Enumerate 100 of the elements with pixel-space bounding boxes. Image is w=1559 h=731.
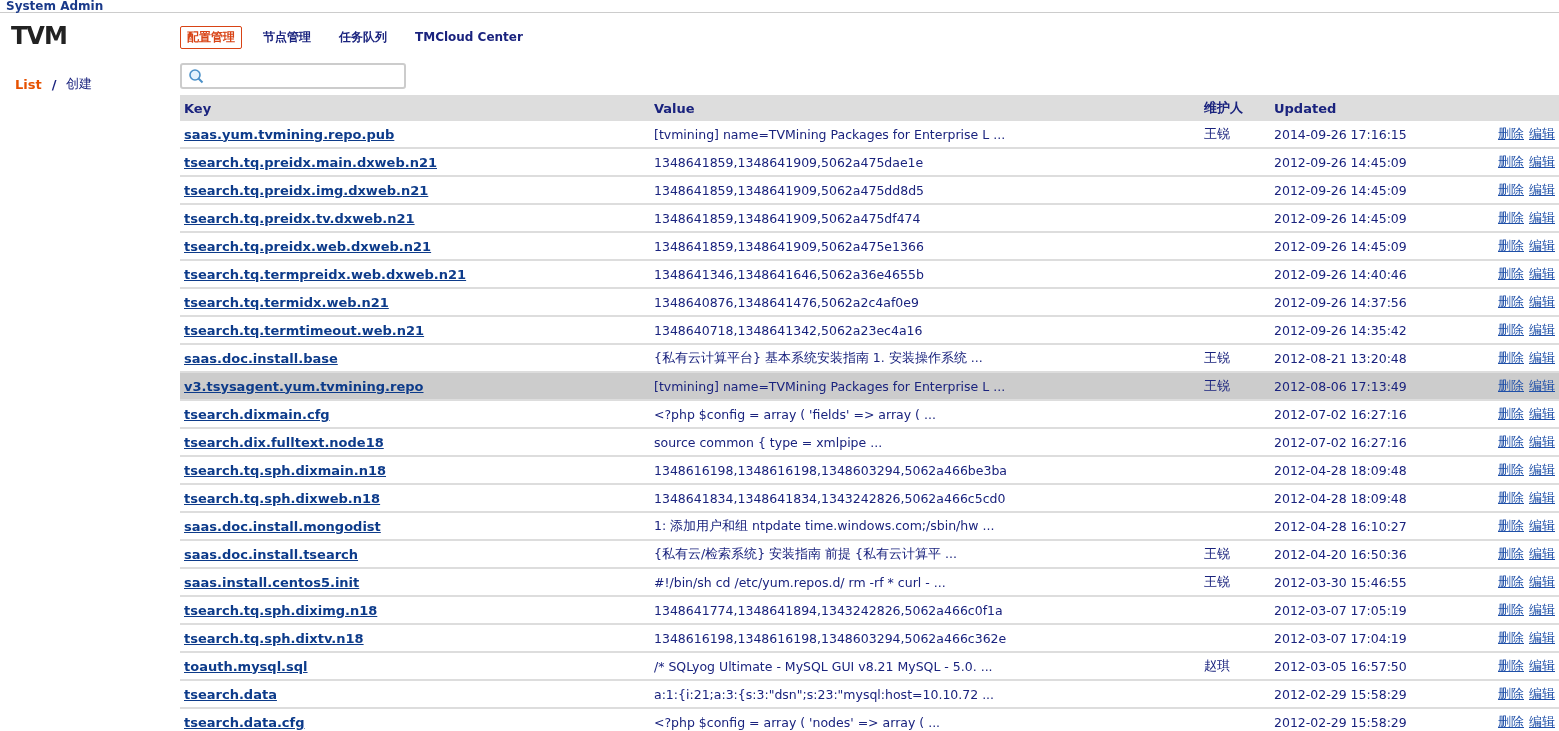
edit-link[interactable]: 编辑: [1529, 685, 1555, 703]
key-link[interactable]: tsearch.tq.preidx.tv.dxweb.n21: [184, 210, 415, 226]
delete-link[interactable]: 删除: [1498, 125, 1524, 143]
delete-link[interactable]: 删除: [1498, 377, 1524, 395]
key-link[interactable]: v3.tsysagent.yum.tvmining.repo: [184, 378, 424, 394]
table-row[interactable]: tsearch.dix.fulltext.node18 source common { type = xmlpipe ... 2012-07-02 16:27:16 删除 编辑: [180, 428, 1559, 456]
logo: TVM: [11, 23, 67, 49]
key-link[interactable]: saas.doc.install.tsearch: [184, 546, 359, 562]
delete-link[interactable]: 删除: [1498, 573, 1524, 591]
delete-link[interactable]: 删除: [1498, 517, 1524, 535]
table-row[interactable]: tsearch.data.cfg <?php $config = array ( 'nodes' => array ( ... 2012-02-29 15:58:29 删除 编辑: [180, 708, 1559, 731]
table-row[interactable]: tsearch.tq.termidx.web.n21 1348640876,1348641476,5062a2c4af0e9 2012-09-26 14:37:56 删除 编辑: [180, 288, 1559, 316]
table-row[interactable]: saas.doc.install.mongodist 1: 添加用户和组 ntpdate time.windows.com;/sbin/hw ... 2012-04-28 16:10:27 删除 编辑: [180, 512, 1559, 540]
delete-link[interactable]: 删除: [1498, 545, 1524, 563]
breadcrumb-link[interactable]: 创建: [66, 75, 93, 93]
value-cell: 1348641346,1348641646,5062a36e4655b: [654, 266, 924, 282]
key-link[interactable]: tsearch.data.cfg: [184, 714, 305, 730]
key-link[interactable]: tsearch.dix.fulltext.node18: [184, 434, 384, 450]
table-row[interactable]: tsearch.tq.sph.dixweb.n18 1348641834,1348641834,1343242826,5062a466c5cd0 2012-04-28 18:09:48 删除 编辑: [180, 484, 1559, 512]
edit-link[interactable]: 编辑: [1529, 125, 1555, 143]
nav-tab[interactable]: 配置管理: [180, 25, 242, 49]
key-link[interactable]: toauth.mysql.sql: [184, 658, 308, 674]
delete-link[interactable]: 删除: [1498, 321, 1524, 339]
table-row[interactable]: saas.yum.tvmining.repo.pub [tvmining] name=TVMining Packages for Enterprise L ... 王锐 2014-09-26 17:16:15 删除 编辑: [180, 121, 1559, 148]
key-link[interactable]: saas.install.centos5.init: [184, 574, 360, 590]
table-row[interactable]: tsearch.tq.preidx.main.dxweb.n21 1348641859,1348641909,5062a475dae1e 2012-09-26 14:45:09 删除 编辑: [180, 148, 1559, 176]
nav-tab[interactable]: TMCloud Center: [408, 27, 530, 47]
edit-link[interactable]: 编辑: [1529, 405, 1555, 423]
table-row[interactable]: tsearch.tq.preidx.tv.dxweb.n21 1348641859,1348641909,5062a475df474 2012-09-26 14:45:09 删除 编辑: [180, 204, 1559, 232]
delete-link[interactable]: 删除: [1498, 265, 1524, 283]
edit-link[interactable]: 编辑: [1529, 293, 1555, 311]
delete-link[interactable]: 删除: [1498, 713, 1524, 731]
delete-link[interactable]: 删除: [1498, 657, 1524, 675]
delete-link[interactable]: 删除: [1498, 461, 1524, 479]
delete-link[interactable]: 删除: [1498, 209, 1524, 227]
value-cell: {私有云/检索系统} 安装指南 前提 {私有云计算平 ...: [654, 545, 957, 561]
nav-tab[interactable]: 任务队列: [332, 25, 394, 49]
breadcrumb-link[interactable]: List: [15, 76, 42, 92]
edit-link[interactable]: 编辑: [1529, 377, 1555, 395]
delete-link[interactable]: 删除: [1498, 153, 1524, 171]
delete-link[interactable]: 删除: [1498, 629, 1524, 647]
delete-link[interactable]: 删除: [1498, 405, 1524, 423]
table-row[interactable]: tsearch.tq.sph.dixtv.n18 1348616198,1348616198,1348603294,5062a466c362e 2012-03-07 17:04:19 删除 编辑: [180, 624, 1559, 652]
key-link[interactable]: saas.yum.tvmining.repo.pub: [184, 126, 395, 142]
table-row[interactable]: tsearch.dixmain.cfg <?php $config = array ( 'fields' => array ( ... 2012-07-02 16:27:16 删除 编辑: [180, 400, 1559, 428]
table-row[interactable]: saas.install.centos5.init #!/bin/sh cd /etc/yum.repos.d/ rm -rf * curl - ... 王锐 2012-03-30 15:46:55 删除 编辑: [180, 568, 1559, 596]
edit-link[interactable]: 编辑: [1529, 713, 1555, 731]
table-row[interactable]: tsearch.tq.sph.diximg.n18 1348641774,1348641894,1343242826,5062a466c0f1a 2012-03-07 17:05:19 删除 编辑: [180, 596, 1559, 624]
edit-link[interactable]: 编辑: [1529, 265, 1555, 283]
delete-link[interactable]: 删除: [1498, 293, 1524, 311]
search-field[interactable]: [180, 63, 406, 89]
key-link[interactable]: saas.doc.install.mongodist: [184, 518, 381, 534]
key-link[interactable]: tsearch.tq.termidx.web.n21: [184, 294, 389, 310]
key-link[interactable]: tsearch.data: [184, 686, 277, 702]
key-link[interactable]: tsearch.tq.preidx.web.dxweb.n21: [184, 238, 432, 254]
table-row[interactable]: toauth.mysql.sql /* SQLyog Ultimate - MySQL GUI v8.21 MySQL - 5.0. ... 赵琪 2012-03-05 16:57:50 删除 编辑: [180, 652, 1559, 680]
edit-link[interactable]: 编辑: [1529, 545, 1555, 563]
key-link[interactable]: tsearch.tq.preidx.img.dxweb.n21: [184, 182, 429, 198]
key-link[interactable]: saas.doc.install.base: [184, 350, 338, 366]
key-link[interactable]: tsearch.tq.sph.dixtv.n18: [184, 630, 364, 646]
table-row[interactable]: tsearch.tq.preidx.web.dxweb.n21 1348641859,1348641909,5062a475e1366 2012-09-26 14:45:09 删除 编辑: [180, 232, 1559, 260]
delete-link[interactable]: 删除: [1498, 685, 1524, 703]
table-row[interactable]: tsearch.data a:1:{i:21;a:3:{s:3:"dsn";s:23:"mysql:host=10.10.72 ... 2012-02-29 15:58:29 删除 编辑: [180, 680, 1559, 708]
edit-link[interactable]: 编辑: [1529, 237, 1555, 255]
key-link[interactable]: tsearch.tq.termpreidx.web.dxweb.n21: [184, 266, 467, 282]
edit-link[interactable]: 编辑: [1529, 461, 1555, 479]
maintainer-cell: 王锐: [1204, 125, 1230, 141]
edit-link[interactable]: 编辑: [1529, 489, 1555, 507]
delete-link[interactable]: 删除: [1498, 349, 1524, 367]
edit-link[interactable]: 编辑: [1529, 209, 1555, 227]
table-row[interactable]: tsearch.tq.sph.dixmain.n18 1348616198,1348616198,1348603294,5062a466be3ba 2012-04-28 18:09:48 删除 编辑: [180, 456, 1559, 484]
key-link[interactable]: tsearch.tq.sph.dixmain.n18: [184, 462, 386, 478]
nav-tab[interactable]: 节点管理: [256, 25, 318, 49]
edit-link[interactable]: 编辑: [1529, 321, 1555, 339]
key-link[interactable]: tsearch.tq.termtimeout.web.n21: [184, 322, 425, 338]
delete-link[interactable]: 删除: [1498, 601, 1524, 619]
table-row[interactable]: saas.doc.install.base {私有云计算平台} 基本系统安装指南 1. 安装操作系统 ... 王锐 2012-08-21 13:20:48 删除 编辑: [180, 344, 1559, 372]
edit-link[interactable]: 编辑: [1529, 153, 1555, 171]
key-link[interactable]: tsearch.tq.sph.dixweb.n18: [184, 490, 381, 506]
table-row[interactable]: tsearch.tq.termtimeout.web.n21 1348640718,1348641342,5062a23ec4a16 2012-09-26 14:35:42 删除 编辑: [180, 316, 1559, 344]
key-link[interactable]: tsearch.tq.sph.diximg.n18: [184, 602, 378, 618]
edit-link[interactable]: 编辑: [1529, 181, 1555, 199]
table-row[interactable]: tsearch.tq.preidx.img.dxweb.n21 1348641859,1348641909,5062a475dd8d5 2012-09-26 14:45:09 删除 编辑: [180, 176, 1559, 204]
edit-link[interactable]: 编辑: [1529, 349, 1555, 367]
edit-link[interactable]: 编辑: [1529, 657, 1555, 675]
key-link[interactable]: tsearch.tq.preidx.main.dxweb.n21: [184, 154, 437, 170]
updated-cell: 2012-07-02 16:27:16: [1274, 434, 1407, 450]
edit-link[interactable]: 编辑: [1529, 573, 1555, 591]
edit-link[interactable]: 编辑: [1529, 517, 1555, 535]
table-row[interactable]: tsearch.tq.termpreidx.web.dxweb.n21 1348641346,1348641646,5062a36e4655b 2012-09-26 14:40:46 删除 编辑: [180, 260, 1559, 288]
edit-link[interactable]: 编辑: [1529, 629, 1555, 647]
value-cell: [tvmining] name=TVMining Packages for Enterprise L ...: [654, 378, 1006, 394]
table-row[interactable]: saas.doc.install.tsearch {私有云/检索系统} 安装指南 前提 {私有云计算平 ... 王锐 2012-04-20 16:50:36 删除 编辑: [180, 540, 1559, 568]
delete-link[interactable]: 删除: [1498, 181, 1524, 199]
edit-link[interactable]: 编辑: [1529, 601, 1555, 619]
delete-link[interactable]: 删除: [1498, 433, 1524, 451]
delete-link[interactable]: 删除: [1498, 237, 1524, 255]
edit-link[interactable]: 编辑: [1529, 433, 1555, 451]
delete-link[interactable]: 删除: [1498, 489, 1524, 507]
key-link[interactable]: tsearch.dixmain.cfg: [184, 406, 330, 422]
